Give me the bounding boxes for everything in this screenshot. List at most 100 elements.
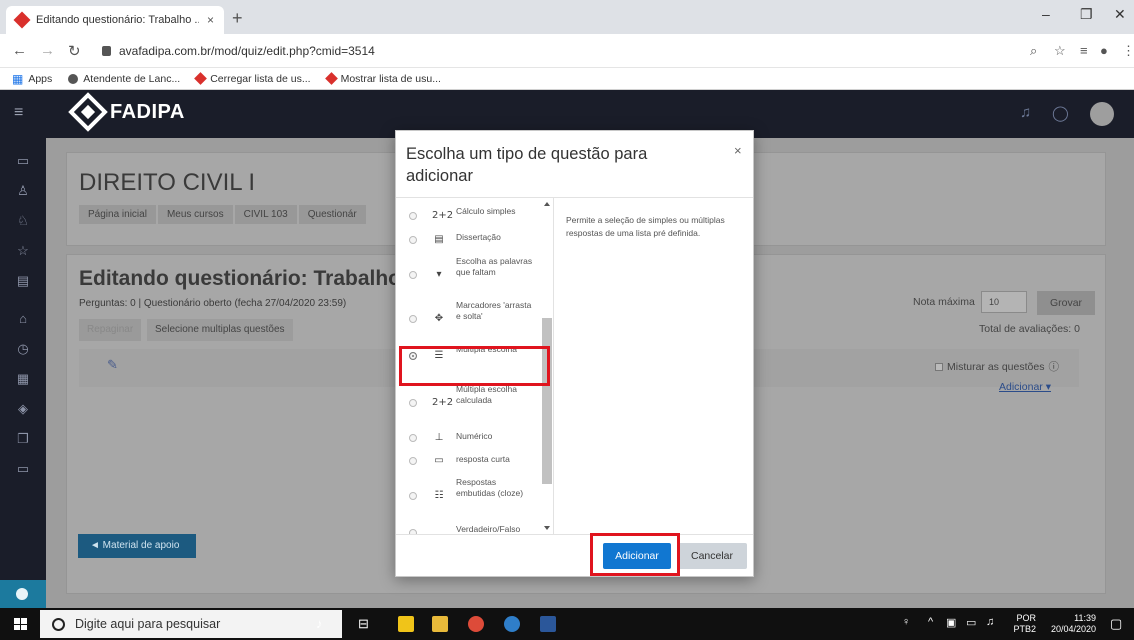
breadcrumb-my-courses[interactable]: Meus cursos [157, 205, 233, 224]
question-type-radio[interactable] [409, 457, 417, 465]
user-avatar[interactable] [1090, 102, 1114, 126]
breadcrumb-home[interactable]: Página inicial [79, 205, 156, 224]
task-view-icon[interactable]: ⊟ [358, 616, 369, 632]
question-type-item[interactable]: Verdadeiro/Falso [396, 524, 542, 534]
people-icon[interactable]: ♀ [902, 616, 910, 628]
question-type-label: Múltipla escolha calculada [456, 384, 517, 405]
word-icon[interactable] [540, 616, 556, 632]
question-type-item[interactable]: ▾ Escolha as palavras que faltam [396, 256, 542, 296]
shuffle-checkbox[interactable] [935, 362, 943, 371]
dialog-title: Escolha um tipo de questão para adiciona… [406, 145, 648, 185]
course-folder-icon[interactable]: ▭ [14, 460, 32, 478]
calendar-icon[interactable]: ▦ [14, 370, 32, 388]
dashboard-icon[interactable]: ◷ [14, 340, 32, 358]
bookmark-atendente[interactable]: Atendente de Lanc... [68, 73, 180, 85]
folder-icon[interactable]: ▭ [14, 152, 32, 170]
question-type-item[interactable]: 2+2 Múltipla escolha calculada [396, 384, 542, 424]
close-icon[interactable]: × [734, 143, 742, 158]
bookmark-mostrar[interactable]: Mostrar lista de usu... [324, 72, 441, 85]
sticky-notes-icon[interactable] [398, 616, 414, 632]
clock[interactable]: 11:39 20/04/2020 [1040, 613, 1096, 635]
question-type-radio[interactable] [409, 212, 417, 220]
menu-icon[interactable]: ⋮ [1122, 43, 1134, 59]
cancel-button[interactable]: Cancelar [677, 543, 747, 569]
microphone-icon[interactable]: ♪ [316, 616, 323, 631]
bookmark-star-icon[interactable]: ☆ [1054, 43, 1066, 59]
essay-icon: ▤ [434, 234, 444, 245]
reading-list-icon[interactable]: ≡ [1080, 43, 1088, 58]
browser-app-icon[interactable] [504, 616, 520, 632]
participants-icon[interactable]: ♙ [14, 182, 32, 200]
message-bubble-icon[interactable]: ◯ [1052, 104, 1069, 122]
question-type-item[interactable]: ☷ Respostas embutidas (cloze) [396, 477, 542, 517]
fadipa-logo[interactable]: FADIPA [68, 92, 185, 132]
question-type-radio[interactable] [409, 399, 417, 407]
dialog-footer-divider [396, 534, 753, 535]
add-question-link[interactable]: Adicionar ▾ [999, 381, 1051, 393]
question-type-item[interactable]: 2+2 Cálculo simples [396, 206, 542, 228]
profile-icon[interactable]: ● [1100, 43, 1108, 58]
help-button[interactable] [0, 580, 46, 608]
badges-icon[interactable]: ♘ [14, 212, 32, 230]
scroll-down-icon[interactable] [544, 526, 550, 530]
home-icon[interactable]: ⌂ [14, 310, 32, 328]
url-field[interactable]: avafadipa.com.br/mod/quiz/edit.php?cmid=… [102, 40, 992, 62]
question-type-label: Marcadores 'arrasta e solta' [456, 300, 532, 321]
question-type-radio[interactable] [409, 434, 417, 442]
zoom-icon[interactable]: ⌕ [1030, 43, 1037, 59]
battery-icon[interactable]: ▣ [946, 616, 956, 629]
forward-icon[interactable]: → [40, 42, 55, 59]
star-icon[interactable]: ☆ [14, 242, 32, 260]
grades-icon[interactable]: ▤ [14, 272, 32, 290]
material-de-apoio-button[interactable]: ◄ Material de apoio [78, 534, 196, 558]
globe-icon [68, 73, 79, 84]
question-type-label: Dissertação [456, 232, 501, 242]
select-multiple-button[interactable]: Selecione multiplas questões [147, 319, 293, 341]
content-bank-icon[interactable]: ❐ [14, 430, 32, 448]
question-type-label: resposta curta [456, 454, 510, 464]
breadcrumb: Página inicial Meus cursos CIVIL 103 Que… [79, 205, 366, 224]
notification-bell-icon[interactable]: ♫ [1020, 104, 1031, 121]
question-type-radio[interactable] [409, 271, 417, 279]
window-close-icon[interactable]: ✕ [1114, 6, 1126, 23]
reload-icon[interactable]: ↻ [68, 42, 81, 60]
question-type-item[interactable]: ✥ Marcadores 'arrasta e solta' [396, 300, 542, 340]
max-grade-input[interactable]: 10 [981, 291, 1027, 313]
new-tab-button[interactable]: + [232, 8, 243, 29]
search-placeholder: Digite aqui para pesquisar [75, 617, 221, 631]
question-type-item[interactable]: ▭ resposta curta [396, 454, 542, 470]
windows-start-icon[interactable] [14, 618, 28, 630]
question-type-item[interactable]: ⊥ Numérico [396, 431, 542, 447]
list-scrollbar-thumb[interactable] [542, 318, 552, 484]
bookmark-carregar[interactable]: Cerregar lista de us... [194, 72, 311, 85]
bookmark-apps[interactable]: ▦ Apps [12, 72, 52, 86]
taskbar-search[interactable]: Digite aqui para pesquisar [40, 610, 342, 638]
pencil-edit-icon[interactable]: ✎ [107, 357, 118, 373]
repaginate-button[interactable]: Repaginar [79, 319, 142, 341]
chrome-icon[interactable] [468, 616, 484, 632]
volume-icon[interactable]: ♫ [986, 616, 994, 628]
minimize-icon[interactable]: – [1042, 6, 1050, 22]
site-favicon-icon [194, 72, 208, 85]
private-files-icon[interactable]: ◈ [14, 400, 32, 418]
question-type-radio[interactable] [409, 236, 417, 244]
question-type-radio[interactable] [409, 492, 417, 500]
save-grade-button[interactable]: Grovar [1037, 291, 1095, 315]
question-type-item[interactable]: ▤ Dissertação [396, 232, 542, 250]
language-indicator[interactable]: POR PTB2 [1008, 613, 1036, 635]
file-explorer-icon[interactable] [432, 616, 448, 632]
notifications-icon[interactable]: ▢ [1110, 616, 1122, 632]
scroll-up-icon[interactable] [544, 202, 550, 206]
back-icon[interactable]: ← [12, 42, 27, 59]
question-type-radio[interactable] [409, 315, 417, 323]
tray-chevron-icon[interactable]: ^ [928, 616, 933, 628]
tab-close-icon[interactable]: × [207, 13, 214, 27]
help-circle-icon[interactable]: ⓘ [1048, 359, 1059, 374]
network-icon[interactable]: ▭ [966, 616, 976, 629]
browser-tab-active[interactable]: Editando questionário: Trabalho ... × [6, 6, 224, 34]
restore-icon[interactable]: ❐ [1080, 6, 1093, 23]
breadcrumb-quiz[interactable]: Questionár [298, 205, 366, 224]
shuffle-option[interactable]: Misturar as questões ⓘ [935, 359, 1059, 374]
breadcrumb-course[interactable]: CIVIL 103 [234, 205, 297, 224]
hamburger-menu-icon[interactable]: ≡ [14, 104, 23, 122]
